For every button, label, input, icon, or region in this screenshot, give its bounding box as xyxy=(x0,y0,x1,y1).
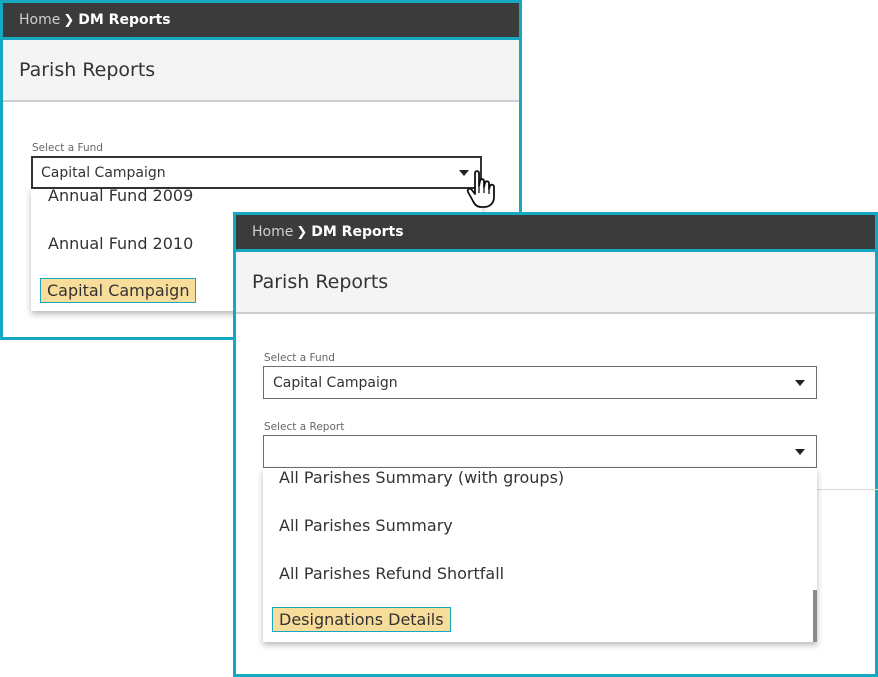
fund-select-value: Capital Campaign xyxy=(273,374,398,391)
fund-option[interactable]: Annual Fund 2010 xyxy=(48,234,193,253)
parish-reports-panel-report: Home ❯ DM Reports Parish Reports Select … xyxy=(233,212,878,677)
report-option[interactable]: All Parishes Refund Shortfall xyxy=(279,564,504,583)
report-option-selected[interactable]: Designations Details xyxy=(272,607,451,632)
report-option[interactable]: All Parishes Summary xyxy=(279,516,453,535)
fund-option[interactable]: Annual Fund 2009 xyxy=(48,189,193,205)
hand-pointer-icon xyxy=(466,170,495,208)
fund-select-value: Capital Campaign xyxy=(41,164,166,181)
report-select[interactable] xyxy=(263,435,817,468)
page-title: Parish Reports xyxy=(252,271,389,293)
breadcrumb: Home ❯ DM Reports xyxy=(3,3,519,40)
dropdown-scrollbar[interactable] xyxy=(813,590,817,642)
breadcrumb-current: DM Reports xyxy=(311,224,404,240)
page-header: Parish Reports xyxy=(236,252,875,314)
fund-select[interactable]: Capital Campaign xyxy=(31,156,482,189)
breadcrumb-home-link[interactable]: Home xyxy=(252,224,293,240)
breadcrumb: Home ❯ DM Reports xyxy=(236,215,875,252)
page-header: Parish Reports xyxy=(3,40,519,102)
chevron-right-icon: ❯ xyxy=(63,12,75,28)
breadcrumb-home-link[interactable]: Home xyxy=(19,12,60,28)
report-option[interactable]: All Parishes Summary (with groups) xyxy=(279,468,564,487)
page-title: Parish Reports xyxy=(19,59,156,81)
breadcrumb-current: DM Reports xyxy=(78,12,171,28)
fund-option-selected[interactable]: Capital Campaign xyxy=(40,278,197,303)
caret-down-icon xyxy=(795,379,805,386)
report-dropdown-list: All Parishes Summary (with groups) All P… xyxy=(263,468,817,642)
chevron-right-icon: ❯ xyxy=(296,224,308,240)
fund-select-label: Select a Fund xyxy=(32,142,103,154)
fund-select-label: Select a Fund xyxy=(264,352,335,364)
report-select-label: Select a Report xyxy=(264,421,345,433)
fund-select[interactable]: Capital Campaign xyxy=(263,366,817,399)
caret-down-icon xyxy=(795,448,805,455)
